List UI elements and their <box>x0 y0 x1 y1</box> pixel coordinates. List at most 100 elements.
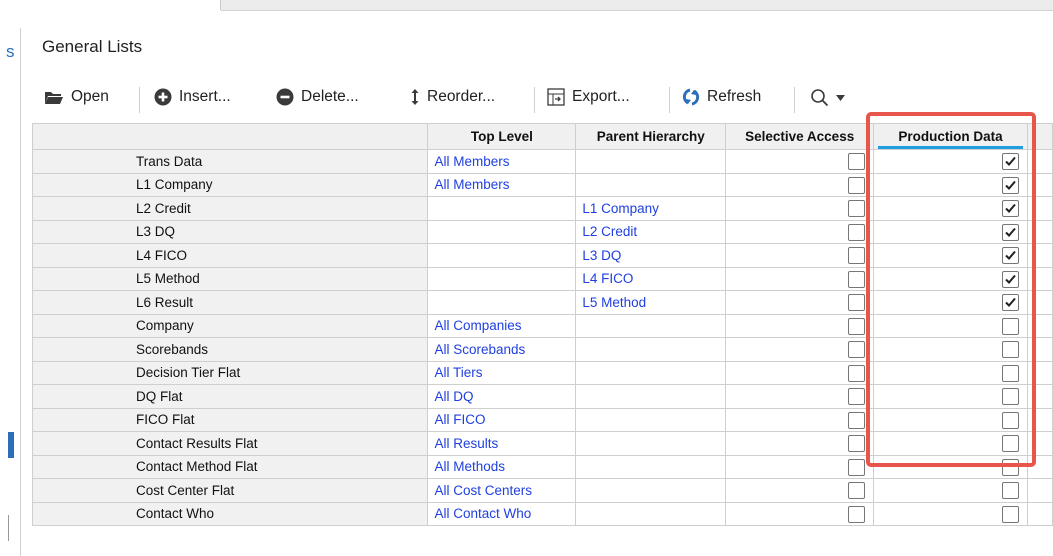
top-level-cell[interactable] <box>427 266 577 291</box>
top-level-cell[interactable]: All Results <box>427 431 577 456</box>
left-pane-splitter[interactable] <box>8 515 9 541</box>
row-name-cell[interactable]: L5 Method <box>32 266 429 291</box>
column-header-parent-hierarchy[interactable]: Parent Hierarchy <box>575 123 727 150</box>
table-row[interactable]: FICO Flat All FICO <box>32 407 1053 432</box>
top-level-cell[interactable]: All Scorebands <box>427 337 577 362</box>
parent-hierarchy-cell[interactable]: L5 Method <box>575 290 727 315</box>
delete-button[interactable]: Delete... <box>276 88 359 106</box>
table-row[interactable]: L4 FICO L3 DQ <box>32 243 1053 268</box>
table-row[interactable]: Contact Who All Contact Who <box>32 501 1053 526</box>
top-level-cell[interactable]: All Companies <box>427 313 577 338</box>
production-data-checkbox[interactable] <box>1002 200 1019 217</box>
row-name-cell[interactable]: FICO Flat <box>32 407 429 432</box>
parent-hierarchy-cell[interactable] <box>575 313 727 338</box>
parent-hierarchy-cell[interactable] <box>575 337 727 362</box>
production-data-checkbox[interactable] <box>1002 482 1019 499</box>
row-name-cell[interactable]: Cost Center Flat <box>32 478 429 503</box>
selective-access-checkbox[interactable] <box>848 200 866 217</box>
row-name-cell[interactable]: Contact Who <box>32 501 429 526</box>
column-header-top-level[interactable]: Top Level <box>427 123 577 150</box>
table-row[interactable]: L1 Company All Members <box>32 172 1053 197</box>
parent-hierarchy-cell[interactable] <box>575 172 727 197</box>
top-level-cell[interactable]: All Contact Who <box>427 501 577 526</box>
table-row[interactable]: Contact Method Flat All Methods <box>32 454 1053 479</box>
left-pane-label[interactable]: s <box>6 42 15 62</box>
table-row[interactable]: Contact Results Flat All Results <box>32 431 1053 456</box>
table-row[interactable]: Company All Companies <box>32 313 1053 338</box>
parent-hierarchy-cell[interactable] <box>575 149 727 174</box>
parent-hierarchy-cell[interactable] <box>575 501 727 526</box>
table-row[interactable]: L3 DQ L2 Credit <box>32 219 1053 244</box>
document-tab[interactable] <box>0 0 221 10</box>
parent-hierarchy-cell[interactable] <box>575 360 727 385</box>
parent-hierarchy-cell[interactable]: L1 Company <box>575 196 727 221</box>
refresh-button[interactable]: Refresh <box>682 88 761 106</box>
production-data-checkbox[interactable] <box>1002 364 1019 382</box>
top-level-cell[interactable]: All Methods <box>427 454 577 479</box>
production-data-checkbox[interactable] <box>1002 153 1019 170</box>
top-level-cell[interactable] <box>427 196 577 221</box>
top-level-cell[interactable]: All DQ <box>427 384 577 409</box>
parent-hierarchy-cell[interactable]: L2 Credit <box>575 219 727 244</box>
table-row[interactable]: L5 Method L4 FICO <box>32 266 1053 291</box>
production-data-checkbox[interactable] <box>1002 176 1019 194</box>
export-button[interactable]: Export... <box>547 88 630 106</box>
selective-access-checkbox[interactable] <box>848 388 866 405</box>
selective-access-checkbox[interactable] <box>848 435 866 452</box>
top-level-cell[interactable]: All FICO <box>427 407 577 432</box>
selective-access-checkbox[interactable] <box>848 223 866 241</box>
row-name-cell[interactable]: Contact Results Flat <box>32 431 429 456</box>
selective-access-checkbox[interactable] <box>848 317 866 335</box>
top-level-cell[interactable]: All Members <box>427 149 577 174</box>
selective-access-checkbox[interactable] <box>848 482 866 499</box>
top-level-cell[interactable]: All Tiers <box>427 360 577 385</box>
production-data-checkbox[interactable] <box>1002 435 1019 452</box>
parent-hierarchy-cell[interactable] <box>575 407 727 432</box>
row-name-cell[interactable]: DQ Flat <box>32 384 429 409</box>
production-data-checkbox[interactable] <box>1002 294 1019 311</box>
table-row[interactable]: Scorebands All Scorebands <box>32 337 1053 362</box>
selective-access-checkbox[interactable] <box>848 153 866 170</box>
table-row[interactable]: Cost Center Flat All Cost Centers <box>32 478 1053 503</box>
row-name-cell[interactable]: L3 DQ <box>32 219 429 244</box>
production-data-checkbox[interactable] <box>1002 223 1019 241</box>
production-data-checkbox[interactable] <box>1002 505 1019 523</box>
insert-button[interactable]: Insert... <box>154 88 231 106</box>
selective-access-checkbox[interactable] <box>848 270 866 288</box>
parent-hierarchy-cell[interactable] <box>575 478 727 503</box>
selective-access-checkbox[interactable] <box>848 247 866 264</box>
parent-hierarchy-cell[interactable] <box>575 431 727 456</box>
selective-access-checkbox[interactable] <box>848 411 866 429</box>
selective-access-checkbox[interactable] <box>848 505 866 523</box>
top-level-cell[interactable] <box>427 219 577 244</box>
column-header-selective-access[interactable]: Selective Access <box>725 123 875 150</box>
production-data-checkbox[interactable] <box>1002 270 1019 288</box>
selective-access-checkbox[interactable] <box>848 364 866 382</box>
top-level-cell[interactable]: All Members <box>427 172 577 197</box>
parent-hierarchy-cell[interactable]: L4 FICO <box>575 266 727 291</box>
selective-access-checkbox[interactable] <box>848 294 866 311</box>
production-data-checkbox[interactable] <box>1002 247 1019 264</box>
row-name-cell[interactable]: Decision Tier Flat <box>32 360 429 385</box>
production-data-checkbox[interactable] <box>1002 388 1019 405</box>
production-data-checkbox[interactable] <box>1002 411 1019 429</box>
row-name-cell[interactable]: L1 Company <box>32 172 429 197</box>
top-level-cell[interactable] <box>427 243 577 268</box>
parent-hierarchy-cell[interactable] <box>575 384 727 409</box>
row-name-cell[interactable]: Contact Method Flat <box>32 454 429 479</box>
open-button[interactable]: Open <box>44 88 109 106</box>
selective-access-checkbox[interactable] <box>848 458 866 476</box>
top-level-cell[interactable]: All Cost Centers <box>427 478 577 503</box>
table-row[interactable]: DQ Flat All DQ <box>32 384 1053 409</box>
selective-access-checkbox[interactable] <box>848 341 866 358</box>
row-name-cell[interactable]: Scorebands <box>32 337 429 362</box>
table-row[interactable]: Decision Tier Flat All Tiers <box>32 360 1053 385</box>
column-header-production-data[interactable]: Production Data <box>873 123 1028 150</box>
search-menu-button[interactable] <box>810 88 845 107</box>
row-name-cell[interactable]: Trans Data <box>32 149 429 174</box>
selective-access-checkbox[interactable] <box>848 176 866 194</box>
row-name-cell[interactable]: L2 Credit <box>32 196 429 221</box>
reorder-button[interactable]: Reorder... <box>410 88 495 106</box>
table-row[interactable]: L2 Credit L1 Company <box>32 196 1053 221</box>
table-row[interactable]: L6 Result L5 Method <box>32 290 1053 315</box>
